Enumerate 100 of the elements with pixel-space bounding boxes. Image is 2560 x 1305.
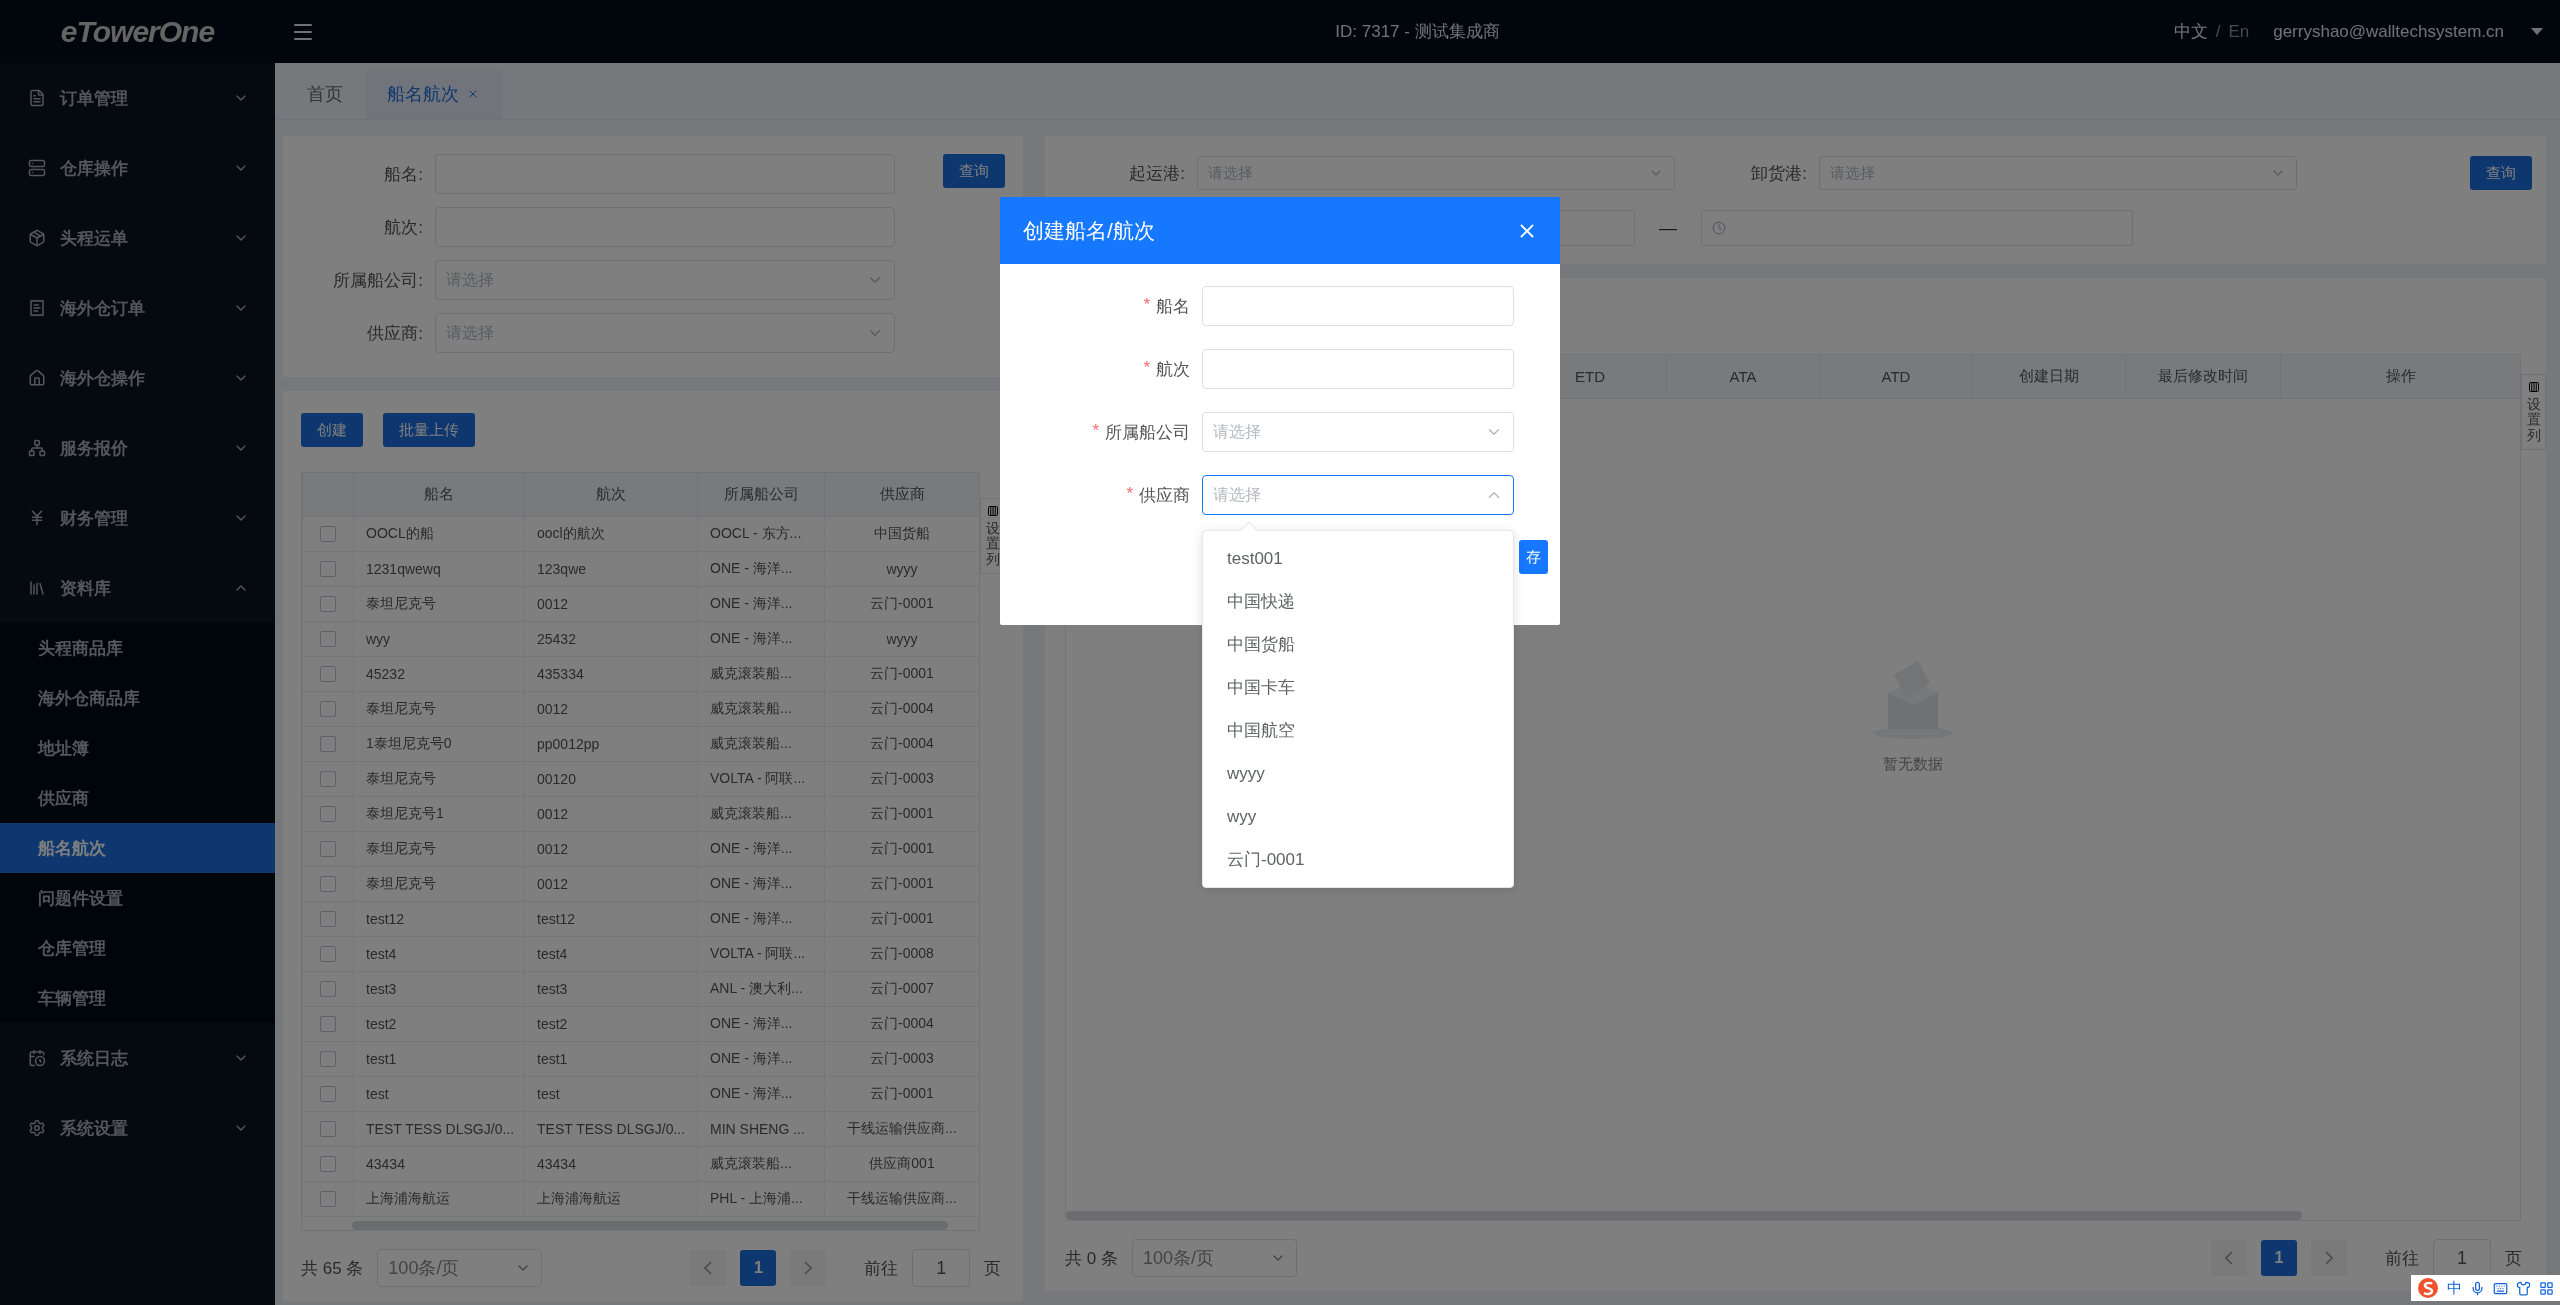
checkbox[interactable] — [320, 841, 336, 857]
checkbox[interactable] — [320, 876, 336, 892]
checkbox[interactable] — [320, 1156, 336, 1172]
caret-down-icon[interactable] — [2530, 26, 2544, 37]
checkbox[interactable] — [320, 561, 336, 577]
menu-item[interactable]: 资料库 — [0, 553, 275, 623]
submenu-item[interactable]: 供应商 — [0, 773, 275, 823]
goto-page-field[interactable]: 1 — [2433, 1239, 2491, 1277]
menu-item[interactable]: 系统日志 — [0, 1023, 275, 1093]
dropdown-option[interactable]: 中国货船 — [1203, 623, 1513, 666]
checkbox[interactable] — [320, 946, 336, 962]
input-mode-label[interactable]: 中 — [2447, 1278, 2462, 1298]
language-option[interactable]: En — [2228, 21, 2250, 42]
page-size-select[interactable]: 100条/页 — [1131, 1239, 1297, 1277]
checkbox[interactable] — [320, 1121, 336, 1137]
previous-page-button[interactable] — [690, 1250, 727, 1286]
table-cell: 威克滚装船... — [697, 1147, 824, 1181]
menu-item[interactable]: 仓库操作 — [0, 133, 275, 203]
menu-item[interactable]: 系统设置 — [0, 1093, 275, 1163]
table-cell: ONE - 海洋... — [697, 1042, 824, 1076]
chevron-right-icon — [804, 1261, 813, 1275]
menu-item[interactable]: 海外仓操作 — [0, 343, 275, 413]
grid-icon[interactable] — [2539, 1280, 2554, 1296]
menu-item[interactable]: 财务管理 — [0, 483, 275, 553]
submenu-item[interactable]: 仓库管理 — [0, 923, 275, 973]
date-field[interactable] — [1701, 210, 2133, 246]
dropdown-option[interactable]: 中国卡车 — [1203, 666, 1513, 709]
column-header: 所属船公司 — [697, 473, 824, 516]
submenu-item[interactable]: 海外仓商品库 — [0, 673, 275, 723]
submenu-item[interactable]: 地址簿 — [0, 723, 275, 773]
checkbox[interactable] — [320, 596, 336, 612]
page-button[interactable]: 1 — [2261, 1240, 2297, 1276]
dropdown-option[interactable]: 云门-0001 — [1203, 838, 1513, 881]
menu-item[interactable]: 海外仓订单 — [0, 273, 275, 343]
batch-upload-button[interactable]: 批量上传 — [383, 413, 475, 447]
dropdown-option[interactable]: 中国航空 — [1203, 709, 1513, 752]
checkbox[interactable] — [320, 631, 336, 647]
next-page-button[interactable] — [790, 1250, 827, 1286]
column-header: 操作 — [2280, 355, 2520, 398]
checkbox[interactable] — [320, 771, 336, 787]
page-button[interactable]: 1 — [740, 1250, 777, 1286]
checkbox[interactable] — [320, 666, 336, 682]
select-field[interactable]: 请选择 — [1202, 412, 1514, 452]
menu-item[interactable]: 订单管理 — [0, 63, 275, 133]
table-cell: test12 — [353, 902, 524, 936]
checkbox[interactable] — [320, 1191, 336, 1207]
submenu-item[interactable]: 船名航次 — [0, 823, 275, 873]
table-cell: 云门-0004 — [824, 1007, 979, 1041]
column-header: 最后修改时间 — [2125, 355, 2280, 398]
table-cell: 0012 — [524, 692, 697, 726]
checkbox[interactable] — [320, 1016, 336, 1032]
dropdown-option[interactable]: test001 — [1203, 537, 1513, 580]
create-button[interactable]: 创建 — [301, 413, 363, 447]
previous-page-button[interactable] — [2211, 1240, 2247, 1276]
tab[interactable]: 船名航次 — [365, 69, 501, 119]
save-button[interactable]: 存 — [1519, 540, 1548, 574]
table-cell: 云门-0001 — [824, 867, 979, 901]
table-cell: 干线运输供应商... — [824, 1112, 979, 1146]
submenu-item[interactable]: 车辆管理 — [0, 973, 275, 1023]
dropdown-option[interactable]: 中国快递 — [1203, 580, 1513, 623]
submenu-item[interactable]: 问题件设置 — [0, 873, 275, 923]
checkbox[interactable] — [320, 1086, 336, 1102]
search-button[interactable]: 查询 — [943, 154, 1005, 188]
input-field[interactable] — [1202, 286, 1514, 326]
tab[interactable]: 首页 — [285, 69, 365, 119]
dropdown-option[interactable]: wyy — [1203, 795, 1513, 838]
microphone-icon[interactable] — [2470, 1280, 2485, 1296]
column-header: ATA — [1666, 355, 1819, 398]
checkbox[interactable] — [320, 701, 336, 717]
table-cell: 干线运输供应商... — [824, 1182, 979, 1216]
table-cell: 泰坦尼克号 — [353, 867, 524, 901]
checkbox[interactable] — [320, 736, 336, 752]
menu-item[interactable]: 服务报价 — [0, 413, 275, 483]
user-menu[interactable]: gerryshao@walltechsystem.cn — [2273, 21, 2504, 42]
submenu-item[interactable]: 头程商品库 — [0, 623, 275, 673]
checkbox[interactable] — [320, 806, 336, 822]
keyboard-icon[interactable] — [2493, 1280, 2508, 1296]
table-cell: 435334 — [524, 657, 697, 691]
checkbox[interactable] — [320, 981, 336, 997]
server-icon — [28, 159, 46, 177]
goto-page-field[interactable]: 1 — [912, 1249, 971, 1287]
table-cell: 1泰坦尼克号0 — [353, 727, 524, 761]
table-cell: 云门-0001 — [824, 832, 979, 866]
page-size-select[interactable]: 100条/页 — [377, 1249, 543, 1287]
shirt-icon[interactable] — [2516, 1280, 2531, 1296]
table-cell: pp0012pp — [524, 727, 697, 761]
column-header: 船名 — [353, 473, 524, 516]
checkbox[interactable] — [320, 911, 336, 927]
search-button[interactable]: 查询 — [2470, 156, 2532, 190]
goto-label: 前往 — [2385, 1247, 2419, 1270]
input-field[interactable] — [1202, 349, 1514, 389]
language-option[interactable]: 中文 — [2173, 20, 2208, 43]
checkbox[interactable] — [320, 1051, 336, 1067]
table-cell: 43434 — [353, 1147, 524, 1181]
menu-item[interactable]: 头程运单 — [0, 203, 275, 273]
close-icon[interactable] — [467, 88, 479, 100]
next-page-button[interactable] — [2311, 1240, 2347, 1276]
column-settings-button[interactable]: 设置列 — [2521, 374, 2546, 451]
dropdown-option[interactable]: wyyy — [1203, 752, 1513, 795]
checkbox[interactable] — [320, 526, 336, 542]
